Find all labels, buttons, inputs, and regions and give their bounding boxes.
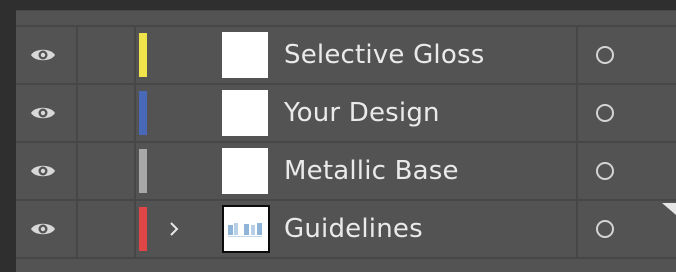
layer-row-guidelines[interactable]: Guidelines [16, 201, 676, 259]
eye-icon[interactable] [30, 162, 56, 180]
layer-thumbnail [222, 32, 268, 78]
target-circle-icon[interactable] [596, 104, 614, 122]
layers-panel: Selective Gloss Your Design Metallic Bas… [16, 10, 676, 272]
layer-color-bar [139, 149, 147, 193]
layer-name[interactable]: Your Design [284, 98, 440, 128]
layer-thumbnail [222, 90, 268, 136]
column-divider [576, 201, 578, 257]
eye-icon[interactable] [30, 46, 56, 64]
column-divider [76, 201, 78, 257]
column-divider [134, 143, 136, 199]
chevron-right-icon[interactable] [166, 220, 182, 238]
column-divider [76, 27, 78, 83]
layer-row-selective-gloss[interactable]: Selective Gloss [16, 25, 676, 85]
layer-row-metallic-base[interactable]: Metallic Base [16, 143, 676, 201]
layer-row-your-design[interactable]: Your Design [16, 85, 676, 143]
target-circle-icon[interactable] [596, 220, 614, 238]
column-divider [134, 27, 136, 83]
guidelines-thumbnail-icon [228, 223, 262, 237]
column-divider [576, 27, 578, 83]
column-divider [76, 85, 78, 141]
layer-color-bar [139, 33, 147, 77]
layer-name[interactable]: Selective Gloss [284, 40, 484, 70]
layer-name[interactable]: Guidelines [284, 214, 423, 244]
layer-color-bar [139, 207, 147, 251]
column-divider [76, 143, 78, 199]
layer-color-bar [139, 91, 147, 135]
layer-thumbnail [222, 148, 268, 194]
layer-thumbnail [222, 205, 270, 253]
column-divider [576, 85, 578, 141]
target-circle-icon[interactable] [596, 46, 614, 64]
eye-icon[interactable] [30, 220, 56, 238]
layer-name[interactable]: Metallic Base [284, 156, 459, 186]
column-divider [576, 143, 578, 199]
selected-corner-indicator [662, 203, 676, 215]
target-circle-icon[interactable] [596, 162, 614, 180]
eye-icon[interactable] [30, 104, 56, 122]
column-divider [134, 201, 136, 257]
column-divider [134, 85, 136, 141]
